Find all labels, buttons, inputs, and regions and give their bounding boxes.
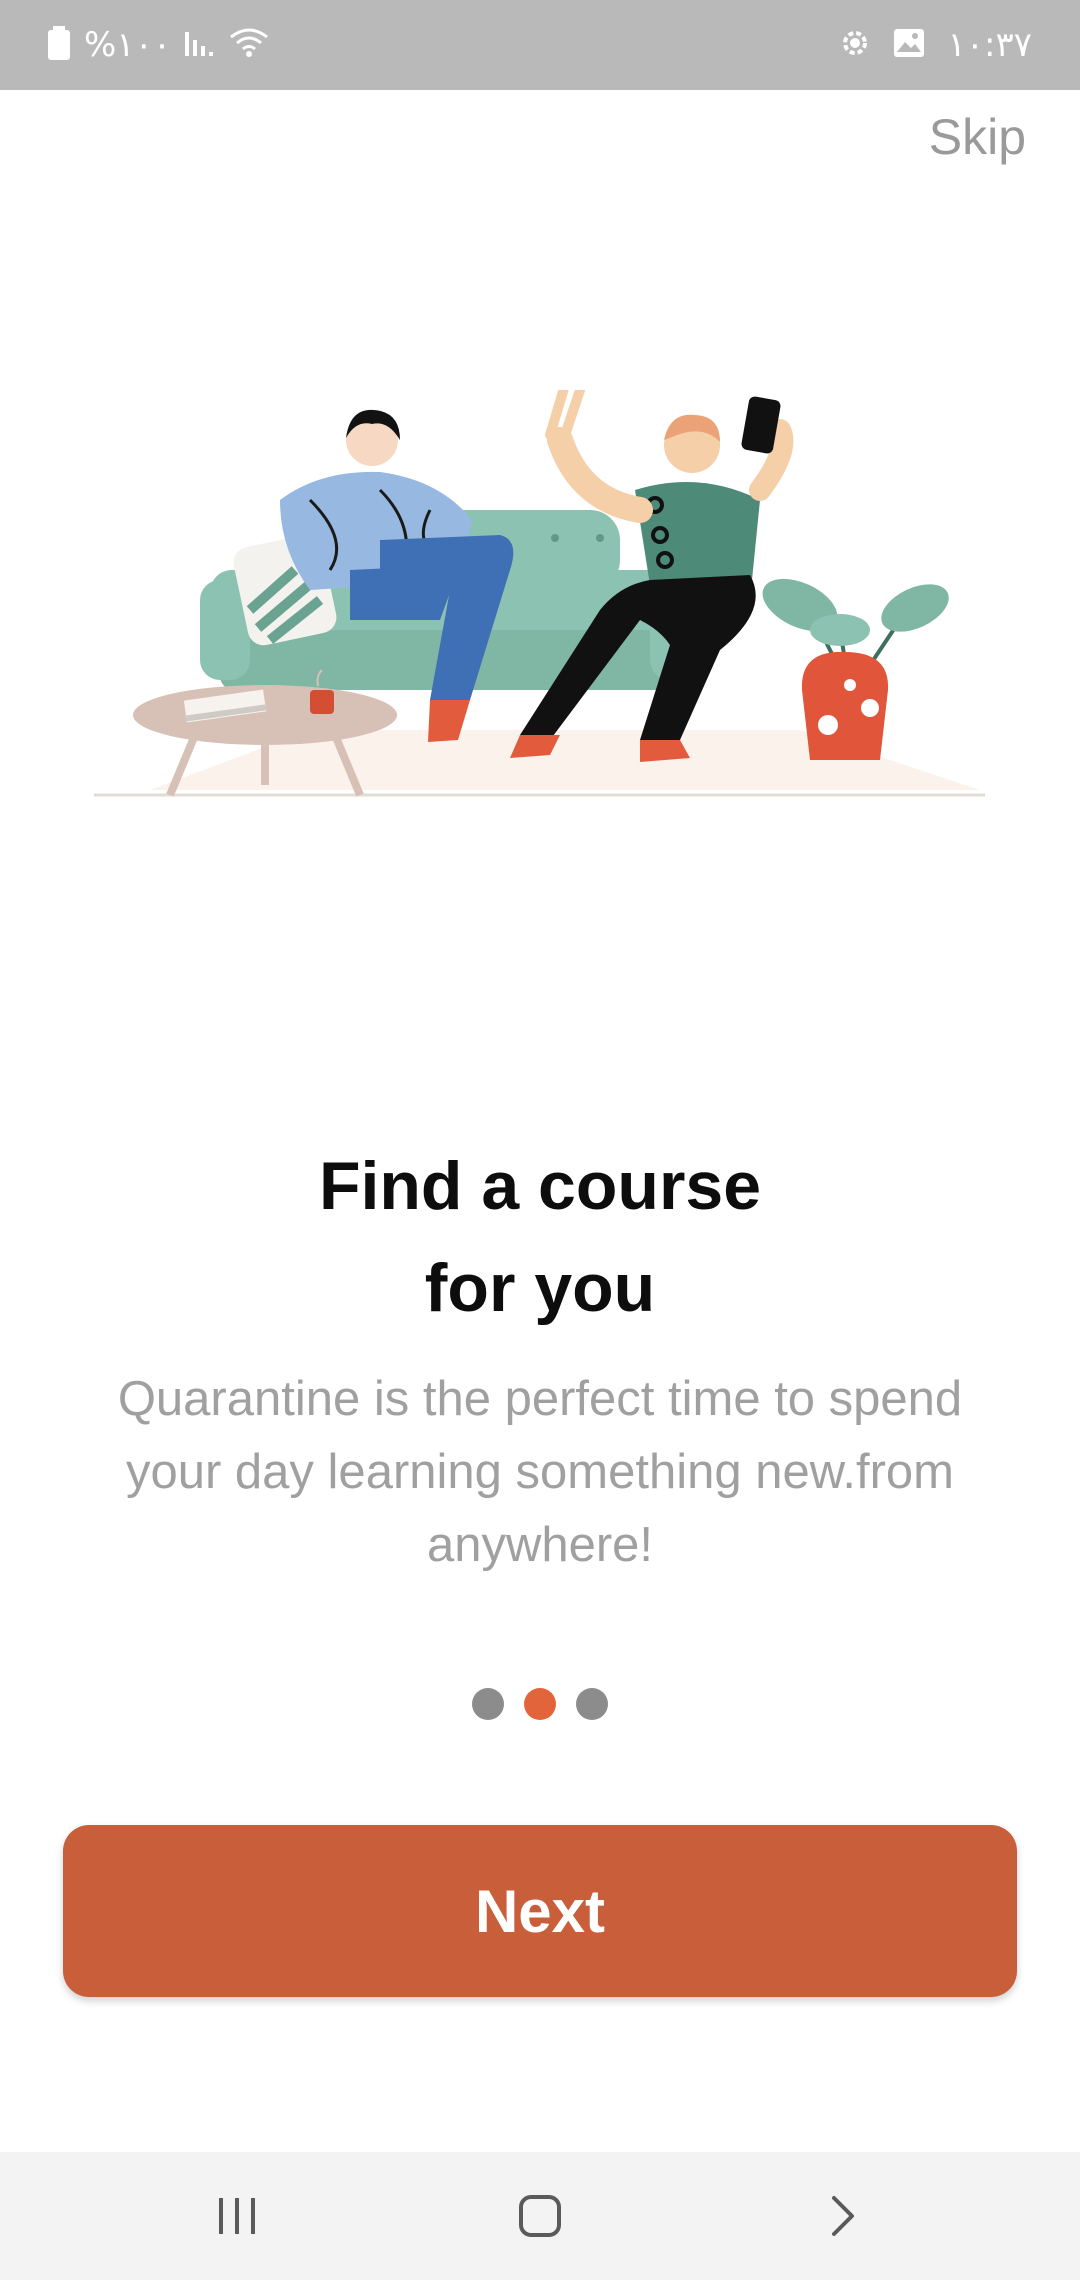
page-indicator — [0, 1688, 1080, 1720]
onboarding-description: Quarantine is the perfect time to spend … — [117, 1372, 963, 1572]
status-bar: %۱۰۰ ۱۰:۳۷ — [0, 0, 1080, 90]
settings-gear-icon — [839, 27, 871, 64]
system-nav-bar — [0, 2152, 1080, 2280]
page-dot — [472, 1688, 504, 1720]
onboarding-title: Find a course for you — [0, 1135, 1080, 1339]
status-right: ۱۰:۳۷ — [839, 0, 1032, 90]
onboarding-illustration — [80, 380, 1000, 810]
battery-percent: %۱۰۰ — [84, 25, 172, 65]
page-dot — [576, 1688, 608, 1720]
next-button[interactable]: Next — [63, 1825, 1017, 1997]
battery-icon — [48, 25, 70, 65]
recents-icon[interactable] — [157, 2152, 317, 2280]
gallery-icon — [893, 28, 925, 63]
home-icon[interactable] — [460, 2152, 620, 2280]
skip-button[interactable]: Skip — [929, 108, 1026, 166]
title-line-2: for you — [424, 1250, 656, 1326]
back-icon[interactable] — [763, 2152, 923, 2280]
status-left: %۱۰۰ — [48, 0, 269, 90]
status-time: ۱۰:۳۷ — [947, 25, 1032, 65]
page-dot-active — [524, 1688, 556, 1720]
title-line-1: Find a course — [318, 1148, 762, 1224]
signal-icon — [185, 28, 215, 63]
wifi-icon — [229, 27, 269, 64]
